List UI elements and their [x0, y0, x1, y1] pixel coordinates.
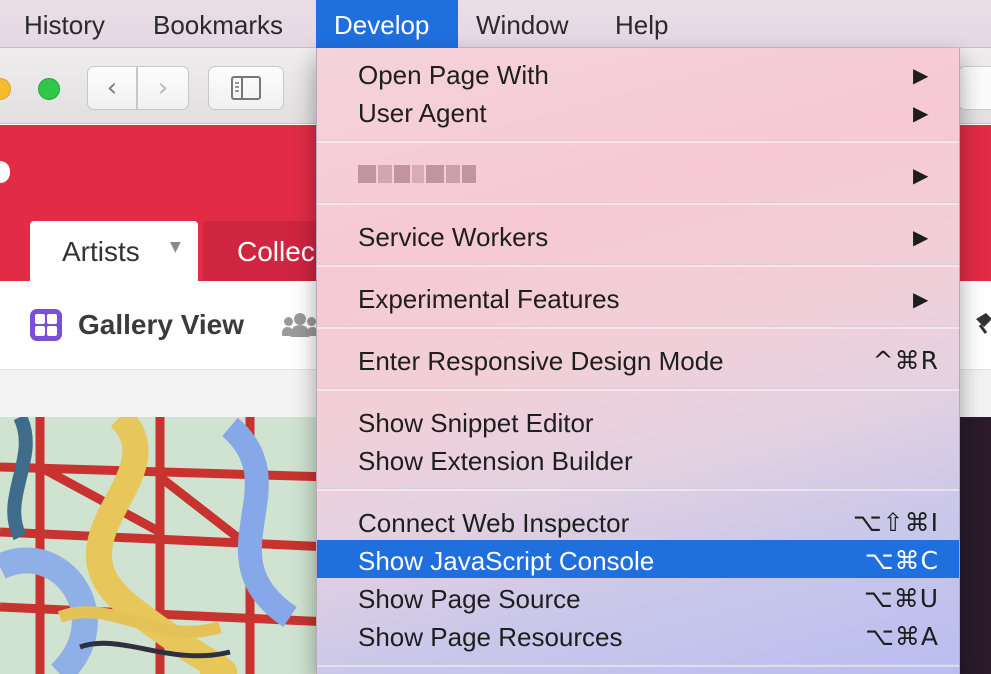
menu-item-label: Service Workers [358, 222, 549, 252]
menu-window[interactable]: Window [458, 0, 586, 48]
shortcut-label: ⌥⇧⌘I [852, 508, 939, 537]
menu-item-extension-builder[interactable]: Show Extension Builder [317, 440, 959, 478]
gallery-view-label[interactable]: Gallery View [78, 309, 244, 341]
people-icon[interactable] [282, 313, 318, 337]
submenu-arrow-icon: ▶ [913, 163, 929, 187]
redacted-label [358, 165, 478, 183]
tool-icon[interactable] [974, 311, 991, 341]
address-bar[interactable] [958, 66, 991, 110]
tab-artists-label: Artists [62, 236, 140, 267]
logo-fragment [0, 161, 10, 183]
forward-button[interactable]: › [137, 66, 189, 110]
menu-history[interactable]: History [6, 0, 123, 48]
submenu-arrow-icon: ▶ [913, 287, 929, 311]
caret-down-icon: ▼ [170, 239, 181, 255]
menu-help[interactable]: Help [597, 0, 686, 48]
menu-item-label: User Agent [358, 98, 487, 128]
artwork-image-2[interactable] [960, 417, 991, 674]
menu-item-label: Show JavaScript Console [358, 546, 655, 576]
menu-separator [317, 264, 959, 267]
grid-view-icon[interactable] [30, 309, 62, 341]
menu-item-label: Show Snippet Editor [358, 408, 594, 438]
menu-separator [317, 388, 959, 391]
submenu-arrow-icon: ▶ [913, 101, 929, 125]
menu-item-javascript-console[interactable]: Show JavaScript Console ⌥⌘C [317, 540, 959, 578]
sidebar-icon [231, 76, 261, 100]
menu-item-connect-web-inspector[interactable]: Connect Web Inspector ⌥⇧⌘I [317, 502, 959, 540]
develop-menu: Open Page With ▶ User Agent ▶ ▶ Service … [316, 48, 960, 674]
menu-item-redacted[interactable]: ▶ [317, 154, 959, 192]
menu-item-label: Experimental Features [358, 284, 620, 314]
menu-item-page-source[interactable]: Show Page Source ⌥⌘U [317, 578, 959, 616]
menu-item-label: Show Extension Builder [358, 446, 633, 476]
minimize-button[interactable] [0, 78, 11, 100]
back-button[interactable]: ‹ [87, 66, 137, 110]
menu-item-experimental-features[interactable]: Experimental Features ▶ [317, 278, 959, 316]
menu-item-open-page-with[interactable]: Open Page With ▶ [317, 54, 959, 92]
submenu-arrow-icon: ▶ [913, 63, 929, 87]
menu-item-page-resources[interactable]: Show Page Resources ⌥⌘A [317, 616, 959, 654]
menu-bar: History Bookmarks Develop Window Help [0, 0, 991, 48]
shortcut-label: ⌥⌘U [863, 584, 939, 613]
menu-bookmarks[interactable]: Bookmarks [135, 0, 301, 48]
chevron-right-icon: › [157, 73, 169, 103]
shortcut-label: ⌥⌘C [864, 546, 939, 575]
menu-separator [317, 326, 959, 329]
menu-develop[interactable]: Develop [316, 0, 458, 48]
menu-item-label: Show Page Resources [358, 622, 623, 652]
menu-item-label: Open Page With [358, 60, 549, 90]
menu-item-label: Connect Web Inspector [358, 508, 630, 538]
menu-item-responsive-design-mode[interactable]: Enter Responsive Design Mode ^⌘R [317, 340, 959, 378]
submenu-arrow-icon: ▶ [913, 225, 929, 249]
shortcut-label: ^⌘R [872, 346, 939, 375]
menu-separator [317, 488, 959, 491]
tab-artists[interactable]: Artists ▼ [30, 221, 198, 281]
menu-item-user-agent[interactable]: User Agent ▶ [317, 92, 959, 130]
menu-separator [317, 202, 959, 205]
menu-item-label: Enter Responsive Design Mode [358, 346, 724, 376]
menu-separator [317, 140, 959, 143]
menu-item-label: Show Page Source [358, 584, 581, 614]
menu-separator [317, 664, 959, 667]
menu-item-service-workers[interactable]: Service Workers ▶ [317, 216, 959, 254]
shortcut-label: ⌥⌘A [865, 622, 939, 651]
zoom-button[interactable] [38, 78, 60, 100]
tab-collections-label: Collec [237, 236, 315, 267]
sidebar-button[interactable] [208, 66, 284, 110]
chevron-left-icon: ‹ [106, 73, 118, 103]
menu-item-snippet-editor[interactable]: Show Snippet Editor [317, 402, 959, 440]
